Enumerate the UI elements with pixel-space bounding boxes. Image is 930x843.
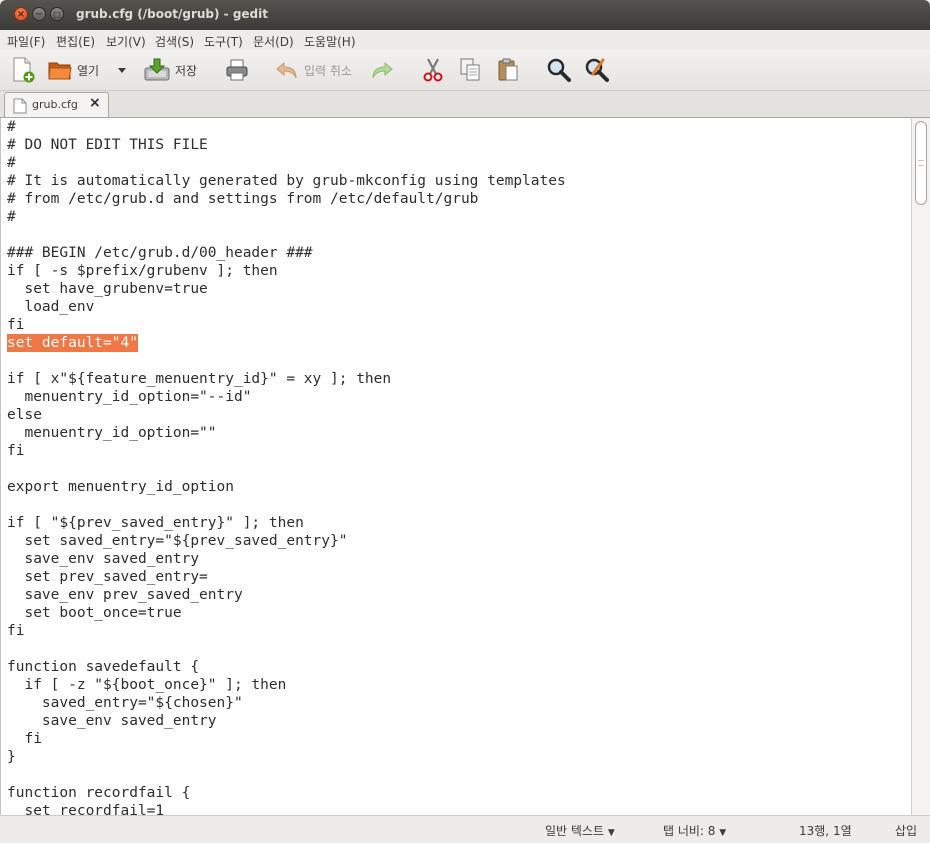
code-line: fi: [7, 443, 25, 459]
new-document-icon: [13, 57, 35, 83]
undo-label: 입력 취소: [304, 63, 352, 78]
code-line: # It is automatically generated by grub-…: [7, 173, 566, 189]
undo-icon: [276, 61, 297, 79]
menu-help[interactable]: 도움말(H): [304, 33, 356, 50]
tab-close-icon[interactable]: ×: [89, 95, 101, 111]
menu-search[interactable]: 검색(S): [155, 33, 194, 50]
save-icon: [144, 58, 170, 81]
open-button[interactable]: 열기: [48, 56, 99, 84]
menu-tools[interactable]: 도구(T): [204, 33, 243, 50]
document-icon: [13, 98, 27, 114]
menu-file[interactable]: 파일(F): [7, 33, 45, 50]
code-line: function savedefault {: [7, 659, 200, 675]
close-window-button[interactable]: ×: [14, 7, 28, 21]
tab-width-label: 탭 너비: 8: [663, 824, 716, 838]
minimize-window-button[interactable]: −: [32, 7, 46, 21]
scrollbar-thumb[interactable]: [915, 121, 927, 205]
insert-mode: 삽입: [895, 824, 918, 838]
cursor-position: 13행, 1열: [799, 824, 852, 838]
print-icon: [226, 59, 248, 81]
code-line: else: [7, 407, 42, 423]
search-button[interactable]: [546, 56, 572, 84]
menu-bar: 파일(F) 편집(E) 보기(V) 검색(S) 도구(T) 문서(D) 도움말(…: [0, 30, 930, 50]
find-replace-icon: [585, 58, 609, 82]
save-label: 저장: [175, 63, 198, 78]
code-line: #: [7, 119, 16, 135]
text-editor[interactable]: # # DO NOT EDIT THIS FILE # # It is automat…: [0, 118, 911, 815]
code-line: set recordfail=1: [7, 803, 165, 815]
print-button[interactable]: [225, 56, 249, 84]
tab-width-selector[interactable]: 탭 너비: 8 ▼: [663, 822, 726, 839]
code-line: set have_grubenv=true: [7, 281, 208, 297]
code-line: if [ x"${feature_menuentry_id}" = xy ]; …: [7, 371, 392, 387]
code-line: #: [7, 209, 16, 225]
code-line: load_env: [7, 299, 95, 315]
selected-code-line: set default="4": [7, 334, 138, 352]
menu-edit[interactable]: 편집(E): [56, 33, 95, 50]
code-line: }: [7, 749, 16, 765]
tab-grub-cfg[interactable]: grub.cfg ×: [4, 92, 109, 117]
code-line: # DO NOT EDIT THIS FILE: [7, 137, 208, 153]
code-line: export menuentry_id_option: [7, 479, 234, 495]
search-icon: [547, 58, 571, 82]
paste-button[interactable]: [496, 56, 520, 84]
chevron-down-icon: ▼: [607, 828, 615, 838]
open-recent-dropdown[interactable]: [117, 56, 127, 84]
document-tab-bar: grub.cfg ×: [0, 91, 930, 118]
open-label: 열기: [77, 63, 100, 78]
code-line: fi: [7, 731, 42, 747]
copy-button[interactable]: [458, 56, 482, 84]
tab-title: grub.cfg: [32, 98, 78, 111]
maximize-window-button[interactable]: □: [50, 7, 64, 21]
paste-icon: [498, 58, 518, 81]
menu-documents[interactable]: 문서(D): [253, 33, 294, 50]
code-line: if [ "${prev_saved_entry}" ]; then: [7, 515, 304, 531]
cut-button[interactable]: [421, 56, 445, 84]
redo-icon: [372, 61, 393, 79]
code-line: fi: [7, 317, 25, 333]
code-line: save_env saved_entry: [7, 713, 217, 729]
copy-icon: [460, 58, 480, 81]
code-line: if [ -s $prefix/grubenv ]; then: [7, 263, 278, 279]
language-selector[interactable]: 일반 텍스트 ▼: [545, 822, 615, 839]
window-title: grub.cfg (/boot/grub) - gedit: [76, 7, 268, 21]
redo-button[interactable]: [370, 56, 394, 84]
code-line: menuentry_id_option="": [7, 425, 217, 441]
save-button[interactable]: 저장: [144, 56, 197, 84]
code-line: fi: [7, 623, 25, 639]
scissors-icon: [423, 58, 443, 82]
find-replace-button[interactable]: [584, 56, 610, 84]
code-line: set saved_entry="${prev_saved_entry}": [7, 533, 348, 549]
status-bar: 일반 텍스트 ▼ 탭 너비: 8 ▼ 13행, 1열 삽입: [0, 815, 930, 843]
chevron-down-icon: ▼: [719, 828, 727, 838]
chevron-down-icon: [118, 68, 126, 73]
vertical-scrollbar[interactable]: [911, 118, 930, 815]
code-line: save_env prev_saved_entry: [7, 587, 243, 603]
code-line: ### BEGIN /etc/grub.d/00_header ###: [7, 245, 313, 261]
code-line: saved_entry="${chosen}": [7, 695, 243, 711]
code-line: #: [7, 155, 16, 171]
menu-view[interactable]: 보기(V): [106, 33, 146, 50]
open-folder-icon: [48, 62, 72, 80]
code-line: function recordfail {: [7, 785, 191, 801]
code-line: # from /etc/grub.d and settings from /et…: [7, 191, 479, 207]
new-document-button[interactable]: [11, 56, 35, 84]
code-line: set prev_saved_entry=: [7, 569, 208, 585]
code-line: if [ -z "${boot_once}" ]; then: [7, 677, 287, 693]
code-line: save_env saved_entry: [7, 551, 200, 567]
title-bar: × − □ grub.cfg (/boot/grub) - gedit: [0, 0, 930, 30]
code-line: menuentry_id_option="--id": [7, 389, 252, 405]
code-line: set boot_once=true: [7, 605, 182, 621]
language-label: 일반 텍스트: [545, 824, 605, 838]
undo-button[interactable]: 입력 취소: [275, 56, 352, 84]
toolbar: 열기 저장 입력 취소: [0, 50, 930, 91]
